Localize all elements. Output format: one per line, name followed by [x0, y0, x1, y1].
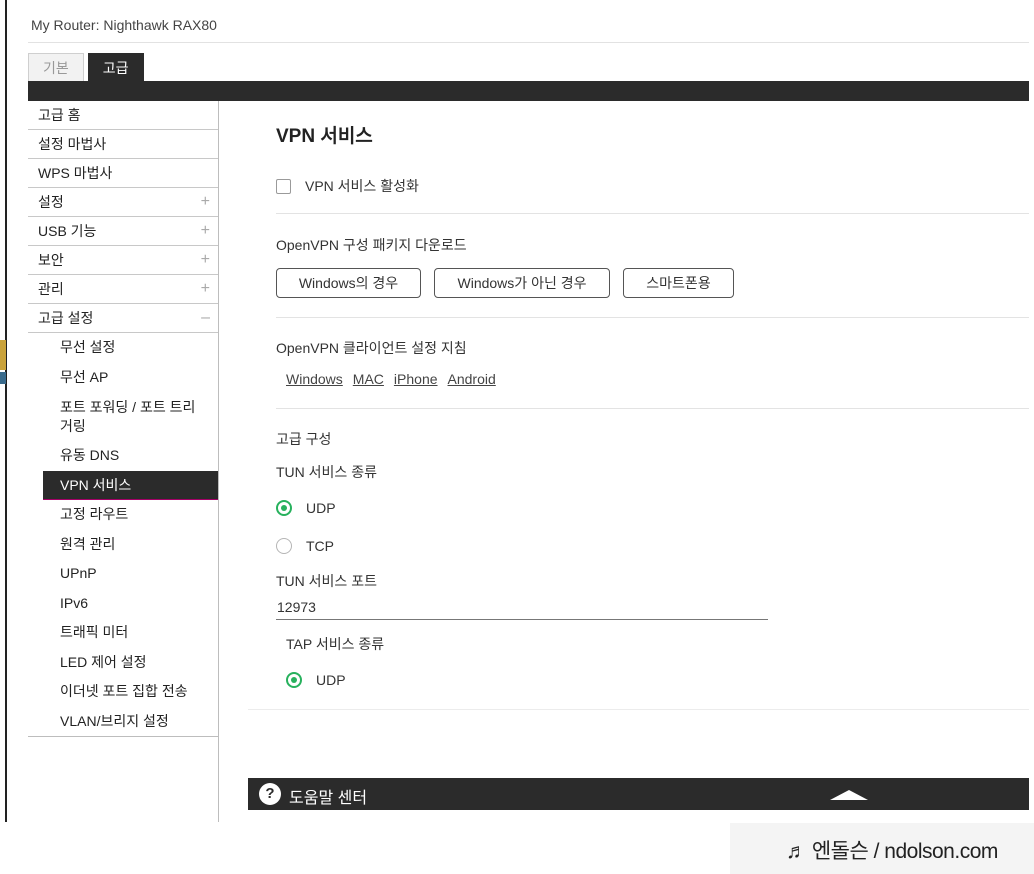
expand-plus-icon[interactable]: + [201, 217, 210, 245]
tab-basic[interactable]: 기본 [28, 53, 84, 81]
sidebar-subitem-vpn-service[interactable]: VPN 서비스 [43, 470, 218, 500]
sidebar-item-label: 고급 홈 [38, 107, 81, 123]
sidebar-divider [28, 736, 218, 737]
sidebar-item-label: 설정 [38, 194, 64, 210]
sidebar-subitem-wireless-settings[interactable]: 무선 설정 [28, 333, 218, 363]
sidebar-subitem-vlan-bridge[interactable]: VLAN/브리지 설정 [28, 707, 218, 737]
sidebar-item-security[interactable]: 보안 + [28, 246, 218, 275]
sidebar-subitem-static-routes[interactable]: 고정 라우트 [28, 500, 218, 530]
sidebar-item-label: USB 기능 [38, 223, 97, 239]
expand-plus-icon[interactable]: + [201, 188, 210, 216]
sidebar-item-label: 관리 [38, 281, 64, 297]
help-center-bar[interactable]: ? 도움말 센터 [248, 778, 1029, 810]
sidebar: 고급 홈 설정 마법사 WPS 마법사 설정 + USB 기능 + 보안 + 관리 + … [28, 101, 219, 822]
page-title: VPN 서비스 [276, 126, 373, 147]
left-edge [0, 0, 8, 822]
title-divider [28, 42, 1029, 43]
tap-type-label: TAP 서비스 종류 [286, 636, 385, 652]
question-icon: ? [259, 783, 281, 805]
sidebar-subitem-port-forwarding[interactable]: 포트 포워딩 / 포트 트리거링 [28, 392, 218, 441]
tap-udp-radio[interactable] [286, 672, 302, 688]
sidebar-item-usb[interactable]: USB 기능 + [28, 217, 218, 246]
advanced-config-label: 고급 구성 [276, 431, 332, 447]
tab-bar: 기본 고급 [28, 53, 144, 81]
sidebar-subitem-wireless-ap[interactable]: 무선 AP [28, 363, 218, 393]
tap-udp-label: UDP [316, 672, 346, 688]
tun-udp-label: UDP [306, 500, 336, 516]
guide-link-windows[interactable]: Windows [286, 371, 343, 387]
guide-link-android[interactable]: Android [448, 371, 496, 387]
content-divider [248, 709, 1029, 710]
section-divider [276, 408, 1029, 409]
sidebar-item-admin[interactable]: 관리 + [28, 275, 218, 304]
help-center-label: 도움말 센터 [289, 790, 368, 807]
guide-links: Windows MAC iPhone Android [286, 371, 496, 387]
sidebar-item-label: WPS 마법사 [38, 165, 113, 181]
sidebar-item-advanced-setup[interactable]: 고급 설정 – [28, 304, 218, 333]
sidebar-item-label: 보안 [38, 252, 64, 268]
tun-udp-option[interactable]: UDP [276, 500, 336, 516]
tab-advanced[interactable]: 고급 [87, 53, 144, 81]
sidebar-subitem-ipv6[interactable]: IPv6 [28, 589, 218, 619]
tun-tcp-option[interactable]: TCP [276, 538, 334, 554]
vpn-enable-label: VPN 서비스 활성화 [305, 178, 419, 194]
download-section-label: OpenVPN 구성 패키지 다운로드 [276, 237, 467, 253]
tun-tcp-radio[interactable] [276, 538, 292, 554]
sidebar-subitem-port-aggregation[interactable]: 이더넷 포트 집합 전송 [28, 677, 218, 707]
watermark-text: ♬ 엔돌슨 / ndolson.com [786, 840, 998, 863]
download-non-windows-button[interactable]: Windows가 아닌 경우 [434, 268, 610, 298]
sidebar-item-setup[interactable]: 설정 + [28, 188, 218, 217]
sidebar-subitem-dynamic-dns[interactable]: 유동 DNS [28, 441, 218, 471]
tun-tcp-label: TCP [306, 538, 334, 554]
tap-udp-option[interactable]: UDP [286, 672, 346, 688]
section-divider [276, 317, 1029, 318]
chevron-up-icon[interactable] [830, 790, 868, 800]
sidebar-subitem-traffic-meter[interactable]: 트래픽 미터 [28, 618, 218, 648]
tun-udp-radio[interactable] [276, 500, 292, 516]
guide-section-label: OpenVPN 클라이언트 설정 지침 [276, 340, 467, 356]
sidebar-item-setup-wizard[interactable]: 설정 마법사 [28, 130, 218, 159]
tun-port-input[interactable] [276, 595, 768, 620]
download-buttons: Windows의 경우 Windows가 아닌 경우 스마트폰용 [276, 268, 734, 298]
sidebar-item-wps-wizard[interactable]: WPS 마법사 [28, 159, 218, 188]
edge-mark [0, 372, 6, 384]
collapse-minus-icon[interactable]: – [201, 304, 210, 332]
expand-plus-icon[interactable]: + [201, 246, 210, 274]
section-divider [276, 213, 1029, 214]
tab-underbar [28, 81, 1029, 101]
guide-link-iphone[interactable]: iPhone [394, 371, 438, 387]
expand-plus-icon[interactable]: + [201, 275, 210, 303]
tun-type-label: TUN 서비스 종류 [276, 464, 377, 480]
window-edge [5, 0, 7, 822]
download-windows-button[interactable]: Windows의 경우 [276, 268, 421, 298]
vpn-enable-row[interactable]: VPN 서비스 활성화 [276, 176, 419, 196]
router-title: My Router: Nighthawk RAX80 [31, 17, 217, 33]
main-content: VPN 서비스 VPN 서비스 활성화 OpenVPN 구성 패키지 다운로드 … [248, 101, 1029, 721]
vpn-enable-checkbox[interactable] [276, 178, 291, 194]
sidebar-subitem-remote-management[interactable]: 원격 관리 [28, 530, 218, 560]
edge-mark [0, 340, 6, 370]
sidebar-subitem-led-control[interactable]: LED 제어 설정 [28, 648, 218, 678]
guide-link-mac[interactable]: MAC [353, 371, 384, 387]
sidebar-item-advanced-home[interactable]: 고급 홈 [28, 101, 218, 130]
sidebar-item-label: 설정 마법사 [38, 136, 107, 152]
tun-port-label: TUN 서비스 포트 [276, 573, 377, 589]
sidebar-subitem-upnp[interactable]: UPnP [28, 559, 218, 589]
download-smartphone-button[interactable]: 스마트폰용 [623, 268, 734, 298]
sidebar-item-label: 고급 설정 [38, 310, 94, 326]
